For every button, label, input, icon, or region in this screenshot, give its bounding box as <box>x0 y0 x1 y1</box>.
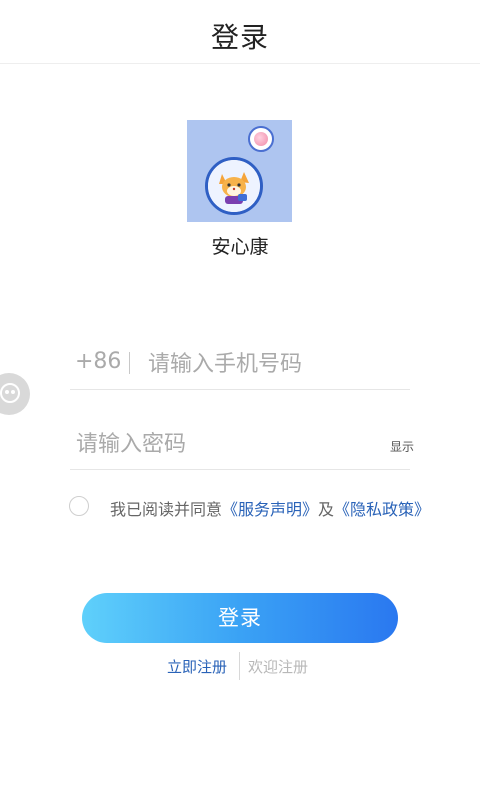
agreement-checkbox[interactable] <box>69 496 89 516</box>
nav-header: 登录 <box>0 0 480 64</box>
page-title: 登录 <box>210 21 269 54</box>
agreement-text: 我已阅读并同意《服务声明》及《隐私政策》 <box>110 496 430 520</box>
welcome-text: 欢迎注册 <box>248 658 309 676</box>
footer-divider <box>239 652 240 680</box>
show-password-toggle[interactable]: 显示 <box>390 438 414 455</box>
floating-assistant-button[interactable] <box>0 373 30 415</box>
login-page: 登录 安心康 +86 请输入手机号码 显示 我已阅读并同意《服务声明》及《隐私政… <box>0 0 480 800</box>
privacy-policy-link[interactable]: 《隐私政策》 <box>334 500 430 519</box>
footer-links: 立即注册 欢迎注册 <box>0 652 480 680</box>
password-input[interactable] <box>76 429 376 459</box>
phone-field: +86 <box>70 340 410 390</box>
country-code[interactable]: +86 <box>75 349 121 374</box>
country-code-divider <box>129 352 130 374</box>
app-name: 安心康 <box>211 236 269 258</box>
register-link[interactable]: 立即注册 <box>167 656 227 677</box>
agreement-conjunction: 及 <box>318 500 335 519</box>
agreement-prefix: 我已阅读并同意 <box>110 500 223 519</box>
service-statement-link[interactable]: 《服务声明》 <box>222 500 318 519</box>
fox-mascot-icon <box>205 157 263 215</box>
app-logo <box>187 120 292 222</box>
assistant-icon <box>0 383 20 403</box>
password-field: 显示 <box>70 420 414 470</box>
logo-small-bubble-icon <box>248 126 274 152</box>
phone-input[interactable] <box>148 349 398 379</box>
login-button[interactable]: 登录 <box>82 593 398 643</box>
